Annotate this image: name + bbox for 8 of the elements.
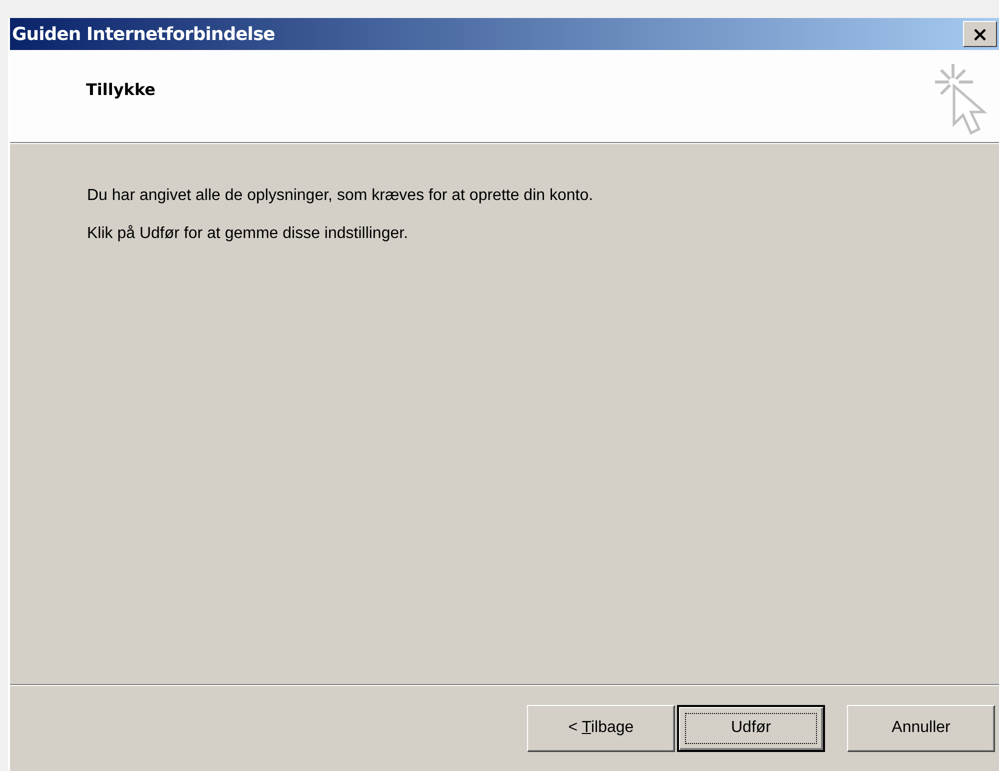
cancel-button[interactable]: Annuller bbox=[847, 704, 995, 752]
window-title: Guiden Internetforbindelse bbox=[12, 24, 275, 44]
finish-button[interactable]: Udfør bbox=[677, 704, 825, 752]
info-text: Du har angivet alle de oplysninger, som kræves for at oprette din konto. bbox=[87, 187, 594, 205]
close-button[interactable]: × bbox=[963, 21, 997, 47]
info-text: Klik på Udfør for at gemme disse indstillinger. bbox=[87, 225, 410, 243]
page-title: Tillykke bbox=[86, 80, 156, 99]
back-button[interactable]: < Tilbage bbox=[527, 704, 675, 752]
